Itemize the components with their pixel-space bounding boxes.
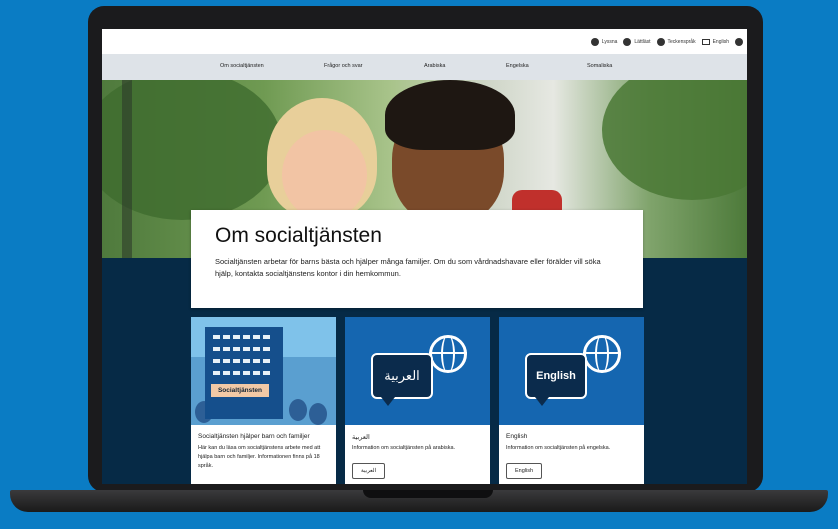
page-title: Om socialtjänsten — [215, 224, 382, 247]
globe-icon — [429, 335, 467, 373]
speech-bubble: English — [525, 353, 587, 399]
speech-bubble: العربية — [371, 353, 433, 399]
card-image-building: Socialtjänsten — [191, 317, 336, 425]
utility-item-teckensprak[interactable]: Teckenspråk — [656, 37, 696, 46]
tree-icon — [309, 403, 327, 425]
hero-pole — [122, 80, 132, 258]
browser-screen: Lyssna Lättläst Teckenspråk English Om s… — [102, 29, 747, 484]
hero-girl-face — [282, 130, 367, 220]
utility-label: English — [712, 38, 729, 45]
building-sign: Socialtjänsten — [211, 384, 269, 397]
card-description: Information om socialtjänsten på engelsk… — [506, 445, 611, 451]
english-button[interactable]: English — [506, 463, 543, 479]
card-title: Socialtjänsten hjälper barn och familjer — [198, 433, 310, 440]
card-description: Information om socialtjänsten på arabisk… — [352, 445, 456, 451]
card-engelska[interactable]: English English Information om socialtjä… — [499, 317, 644, 484]
tree-icon — [289, 399, 307, 421]
book-icon — [701, 38, 710, 45]
utility-label: Lättläst — [634, 38, 651, 45]
utility-item-lattlast[interactable]: Lättläst — [623, 37, 651, 46]
intro-text: Socialtjänsten arbetar för barns bästa o… — [215, 257, 601, 278]
nav-item-fragor-och-svar[interactable]: Frågor och svar — [324, 63, 363, 69]
speech-bubble-tail — [381, 397, 395, 406]
hero-tree — [602, 80, 747, 200]
nav-item-engelska[interactable]: Engelska — [506, 63, 529, 69]
utility-label: Teckenspråk — [667, 38, 696, 45]
card-title: English — [506, 433, 528, 440]
globe-icon — [583, 335, 621, 373]
globe-icon[interactable] — [735, 37, 743, 46]
utility-label: Lyssna — [601, 38, 618, 45]
easy-read-icon — [623, 37, 632, 46]
card-title: العربية — [352, 434, 370, 441]
utility-bar: Lyssna Lättläst Teckenspråk English — [102, 29, 747, 54]
hero-boy-hair — [385, 80, 515, 150]
card-socialtjansten[interactable]: Socialtjänsten Socialtjänsten hjälper ba… — [191, 317, 336, 484]
card-description: Här kan du läsa om socialtjänstens arbet… — [198, 445, 321, 469]
speaker-icon — [590, 37, 599, 46]
arabic-button[interactable]: العربية — [352, 463, 386, 479]
main-nav: Om socialtjänsten Frågor och svar Arabis… — [102, 54, 747, 80]
utility-item-lyssna[interactable]: Lyssna — [590, 37, 618, 46]
utility-item-english[interactable]: English — [701, 38, 729, 45]
laptop-notch — [363, 490, 493, 498]
card-arabiska[interactable]: العربية العربية Information om socialtjä… — [345, 317, 490, 484]
nav-item-arabiska[interactable]: Arabiska — [424, 63, 445, 69]
building-icon — [205, 327, 283, 419]
card-image-arabic: العربية — [345, 317, 490, 425]
card-image-english: English — [499, 317, 644, 425]
sign-language-icon — [656, 37, 665, 46]
nav-item-somaliska[interactable]: Somaliska — [587, 63, 612, 69]
nav-item-om-socialtjansten[interactable]: Om socialtjänsten — [220, 63, 264, 69]
speech-bubble-tail — [535, 397, 549, 406]
intro-card: Om socialtjänsten Socialtjänsten arbetar… — [191, 210, 643, 308]
